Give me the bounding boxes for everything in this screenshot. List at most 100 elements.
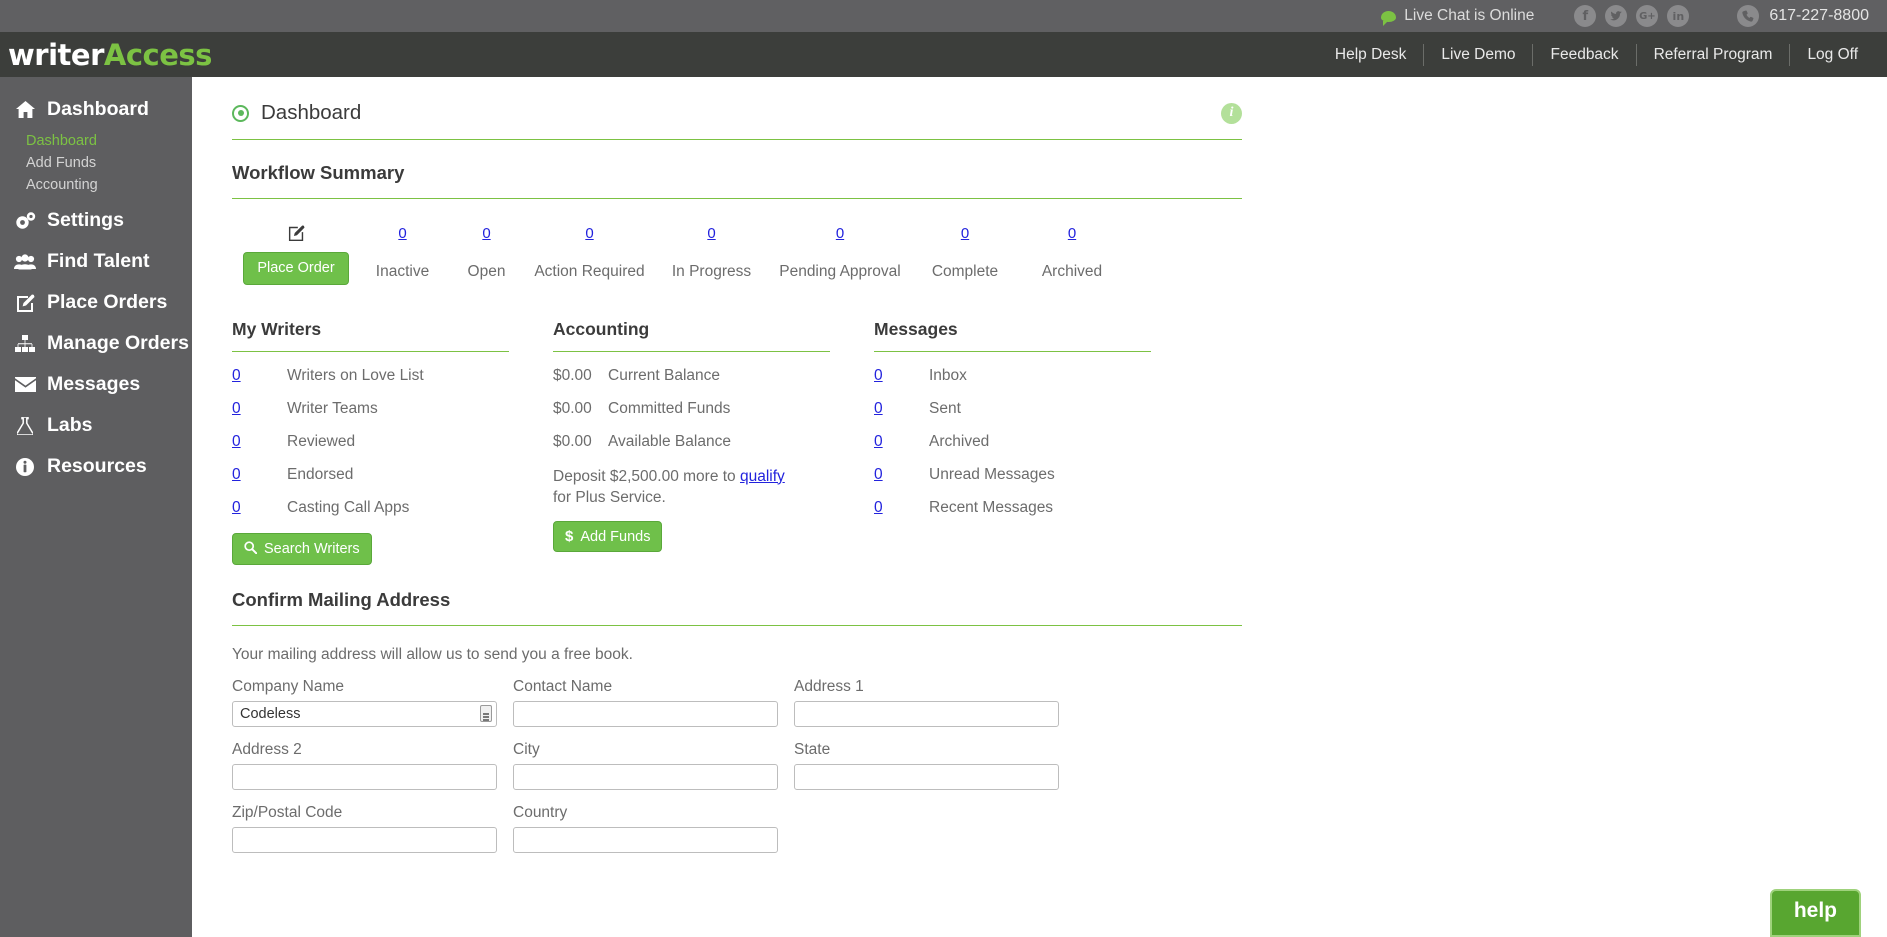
sidebar-subitem-accounting[interactable]: Accounting — [26, 174, 192, 196]
help-widget-button[interactable]: help — [1769, 889, 1861, 937]
live-chat-status[interactable]: Live Chat is Online — [1381, 7, 1535, 26]
my-writers-count-reviewed[interactable]: 0 — [232, 433, 241, 450]
linkedin-icon[interactable]: in — [1667, 5, 1690, 27]
company-name-input[interactable] — [232, 701, 497, 727]
plus-service-note: Deposit $2,500.00 more to qualify for Pl… — [553, 466, 785, 509]
nav-link-log-off[interactable]: Log Off — [1790, 46, 1875, 64]
my-writers-count-writer-teams[interactable]: 0 — [232, 400, 241, 417]
field-label: State — [794, 741, 831, 758]
messages-count-sent[interactable]: 0 — [874, 400, 883, 417]
phone-number[interactable]: 617-227-8800 — [1769, 7, 1869, 25]
accounting-label-available-balance: Available Balance — [608, 432, 731, 450]
nav-link-live-demo[interactable]: Live Demo — [1424, 46, 1532, 64]
list-item: 0 Reviewed — [232, 433, 509, 451]
messages-label-recent: Recent Messages — [929, 498, 1054, 516]
pencil-square-icon — [288, 225, 305, 246]
sidebar-item-label: Dashboard — [47, 98, 149, 120]
my-writers-count-endorsed[interactable]: 0 — [232, 466, 241, 483]
field-label: Country — [513, 804, 568, 821]
add-funds-label: Add Funds — [580, 528, 651, 545]
nav-link-feedback[interactable]: Feedback — [1533, 46, 1635, 64]
autofill-icon[interactable] — [480, 705, 492, 722]
accounting-amount-committed-funds: $0.00 — [553, 399, 592, 417]
my-writers-label-writer-teams: Writer Teams — [287, 399, 378, 417]
note-pre: Deposit $2,500.00 more to — [553, 467, 740, 485]
country-input[interactable] — [513, 827, 778, 853]
add-funds-button[interactable]: $ Add Funds — [553, 521, 663, 553]
note-post: for Plus Service. — [553, 488, 666, 506]
nav-link-help-desk[interactable]: Help Desk — [1318, 46, 1424, 64]
address-2-input[interactable] — [232, 764, 497, 790]
sidebar-item-label: Find Talent — [47, 250, 150, 272]
messages-count-archived[interactable]: 0 — [874, 433, 883, 450]
messages-count-unread[interactable]: 0 — [874, 466, 883, 483]
sidebar-item-settings[interactable]: Settings — [0, 200, 192, 241]
city-input[interactable] — [513, 764, 778, 790]
divider — [874, 350, 1151, 352]
search-writers-button[interactable]: Search Writers — [232, 532, 372, 565]
workflow-count-pending-approval[interactable]: 0 — [836, 225, 844, 242]
sidebar-item-messages[interactable]: Messages — [0, 364, 192, 405]
divider — [232, 625, 1242, 626]
info-icon[interactable]: i — [1221, 102, 1242, 124]
twitter-icon[interactable] — [1605, 5, 1628, 27]
workflow-label-action-required: Action Required — [534, 263, 645, 280]
sidebar-item-manage-orders[interactable]: Manage Orders — [0, 323, 192, 364]
address-1-input[interactable] — [794, 701, 1059, 727]
my-writers-count-love-list[interactable]: 0 — [232, 367, 241, 384]
messages-label-sent: Sent — [929, 399, 961, 417]
envelope-icon — [14, 377, 36, 392]
state-input[interactable] — [794, 764, 1059, 790]
my-writers-count-casting-call-apps[interactable]: 0 — [232, 499, 241, 516]
field-address-1: Address 1 — [794, 678, 1059, 727]
nav-link-referral-program[interactable]: Referral Program — [1637, 46, 1790, 64]
workflow-count-complete[interactable]: 0 — [961, 225, 969, 242]
accounting-label-current-balance: Current Balance — [608, 366, 721, 384]
workflow-label-archived: Archived — [1041, 263, 1103, 280]
workflow-count-archived[interactable]: 0 — [1068, 225, 1076, 242]
field-label: Zip/Postal Code — [232, 804, 343, 821]
facebook-icon[interactable]: f — [1574, 5, 1597, 27]
workflow-label-open: Open — [467, 263, 506, 280]
place-order-label: Place Order — [257, 260, 335, 276]
google-plus-icon[interactable]: G+ — [1636, 5, 1659, 27]
workflow-summary-heading: Workflow Summary — [232, 162, 405, 183]
list-item: 0 Sent — [874, 400, 1151, 418]
sidebar-subitem-dashboard[interactable]: Dashboard — [26, 130, 192, 152]
accounting-card: Accounting $0.00 Current Balance $0.00 C… — [553, 301, 830, 566]
summary-columns: My Writers 0 Writers on Love List 0 Writ… — [232, 301, 1242, 566]
messages-card: Messages 0 Inbox 0 Sent 0 Archived 0 Unr… — [874, 301, 1151, 566]
workflow-status-open: 0 Open — [445, 225, 528, 285]
field-state: State — [794, 741, 1059, 790]
logo-access: Access — [103, 37, 213, 72]
zip-postal-code-input[interactable] — [232, 827, 497, 853]
sitemap-icon — [14, 335, 36, 352]
logo[interactable]: writerAccess — [0, 38, 212, 72]
workflow-count-action-required[interactable]: 0 — [585, 225, 593, 242]
gears-icon — [14, 211, 36, 230]
workflow-count-open[interactable]: 0 — [482, 225, 490, 242]
divider — [553, 350, 830, 352]
address-form-heading: Confirm Mailing Address — [232, 589, 451, 610]
messages-count-recent[interactable]: 0 — [874, 499, 883, 516]
sidebar-item-labs[interactable]: Labs — [0, 405, 192, 446]
sidebar-item-resources[interactable]: Resources — [0, 446, 192, 487]
sidebar-item-dashboard[interactable]: Dashboard — [0, 89, 192, 130]
workflow-count-in-progress[interactable]: 0 — [707, 225, 715, 242]
field-label: Contact Name — [513, 678, 613, 695]
sidebar-item-place-orders[interactable]: Place Orders — [0, 282, 192, 323]
sidebar-subitem-add-funds[interactable]: Add Funds — [26, 152, 192, 174]
messages-heading: Messages — [874, 318, 958, 339]
live-chat-label: Live Chat is Online — [1404, 7, 1535, 24]
workflow-count-inactive[interactable]: 0 — [398, 225, 406, 242]
place-order-button[interactable]: Place Order — [243, 252, 349, 285]
qualify-link[interactable]: qualify — [740, 468, 785, 485]
messages-count-inbox[interactable]: 0 — [874, 367, 883, 384]
messages-label-inbox: Inbox — [929, 366, 967, 384]
contact-name-input[interactable] — [513, 701, 778, 727]
sidebar-item-find-talent[interactable]: Find Talent — [0, 241, 192, 282]
messages-label-archived: Archived — [929, 432, 990, 450]
list-item: 0 Endorsed — [232, 466, 509, 484]
sidebar-subnav-dashboard: Dashboard Add Funds Accounting — [0, 130, 192, 200]
nav-links: Help Desk Live Demo Feedback Referral Pr… — [1318, 43, 1875, 66]
